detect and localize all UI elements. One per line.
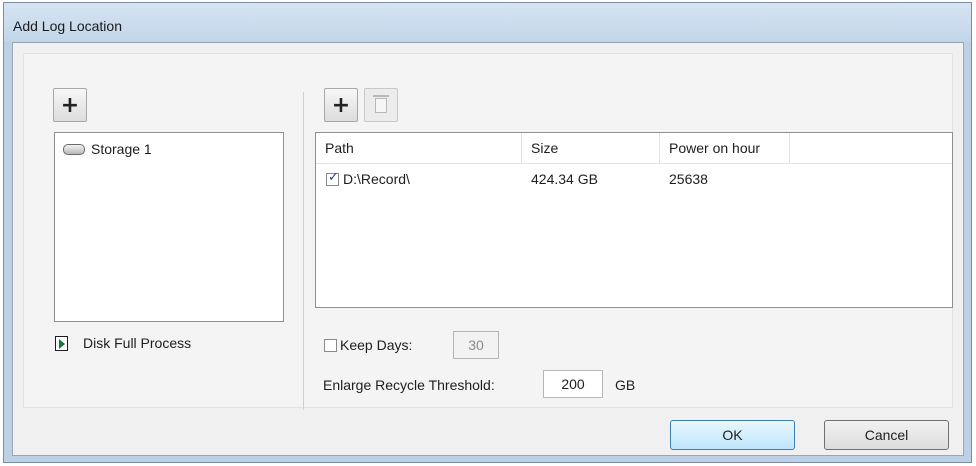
- path-table[interactable]: Path Size Power on hour ✓ D:\Record\ 424…: [315, 132, 953, 308]
- add-log-location-dialog: Add Log Location + Storage 1 Disk Full P…: [3, 2, 972, 463]
- dialog-body: + Storage 1 Disk Full Process + Path Siz…: [12, 42, 964, 456]
- recycle-threshold-unit: GB: [615, 377, 636, 393]
- column-header-size[interactable]: Size: [522, 133, 660, 163]
- recycle-threshold-input[interactable]: 200: [543, 370, 603, 398]
- delete-path-button[interactable]: [364, 88, 398, 122]
- column-header-path[interactable]: Path: [316, 133, 522, 163]
- ok-button[interactable]: OK: [670, 420, 795, 450]
- drive-icon: [63, 143, 85, 155]
- trash-icon: [373, 94, 389, 113]
- settings-panel: + Storage 1 Disk Full Process + Path Siz…: [23, 53, 953, 410]
- add-path-button[interactable]: +: [324, 88, 358, 122]
- storage-item-label: Storage 1: [91, 141, 152, 157]
- title-bar[interactable]: Add Log Location: [4, 3, 971, 41]
- disk-full-process-label: Disk Full Process: [83, 335, 192, 351]
- column-header-power-on-hour[interactable]: Power on hour: [660, 133, 790, 163]
- recycle-threshold-label: Enlarge Recycle Threshold:: [323, 377, 495, 393]
- storage-list[interactable]: Storage 1: [54, 132, 284, 322]
- disk-full-process-icon: [55, 335, 68, 351]
- path-cell: D:\Record\: [343, 171, 410, 187]
- storage-item[interactable]: Storage 1: [63, 141, 152, 157]
- cancel-button[interactable]: Cancel: [824, 420, 949, 450]
- disk-full-process[interactable]: Disk Full Process: [55, 335, 191, 351]
- path-row-checkbox[interactable]: ✓: [326, 170, 339, 186]
- panel-divider: [303, 92, 304, 410]
- add-storage-button[interactable]: +: [53, 88, 87, 122]
- keep-days-label: Keep Days:: [340, 337, 413, 353]
- size-cell: 424.34 GB: [531, 171, 598, 187]
- plus-icon: +: [331, 92, 351, 118]
- plus-icon: +: [60, 92, 80, 118]
- window-title: Add Log Location: [13, 18, 122, 34]
- table-header: Path Size Power on hour: [316, 133, 952, 164]
- power-on-hour-cell: 25638: [669, 171, 708, 187]
- keep-days-checkbox[interactable]: [324, 339, 337, 352]
- keep-days-input[interactable]: 30: [453, 331, 499, 359]
- checkmark-icon: ✓: [328, 170, 339, 185]
